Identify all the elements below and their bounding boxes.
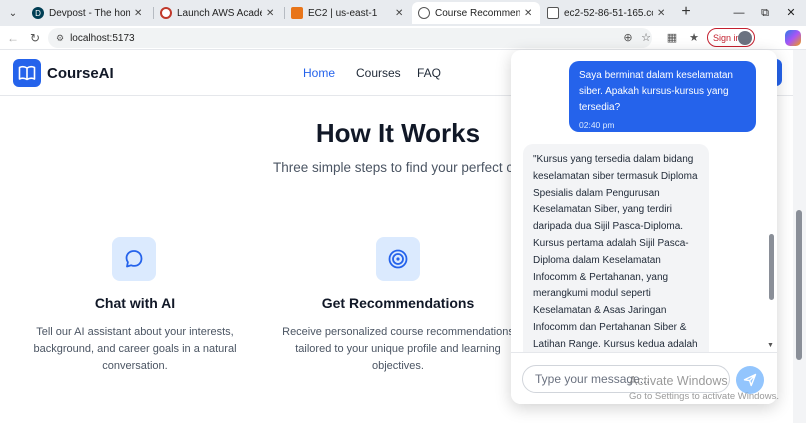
tab-title: Course Recommender Chatbot: [435, 7, 520, 19]
tab-course-recommender[interactable]: Course Recommender Chatbot ✕: [412, 2, 540, 24]
chat-bubble-icon: [112, 237, 156, 281]
page-scrollbar[interactable]: [793, 50, 806, 423]
bot-message-text: "Kursus yang tersedia dalam bidang kesel…: [533, 154, 698, 350]
url-text: localhost:5173: [70, 32, 135, 44]
close-icon[interactable]: ✕: [266, 8, 276, 19]
close-icon[interactable]: ✕: [134, 8, 144, 19]
browser-window: ⌄ D Devpost - The home for hackathons ✕ …: [0, 0, 806, 423]
sign-in-button[interactable]: Sign in: [707, 28, 755, 47]
step-description: Receive personalized course recommendati…: [282, 326, 514, 372]
activate-windows-title: Activate Windows: [629, 374, 728, 388]
back-arrow-icon[interactable]: ←: [4, 29, 22, 47]
nav-home[interactable]: Home: [303, 66, 335, 80]
devpost-icon: D: [32, 7, 44, 19]
tab-actions-chevron-icon[interactable]: ⌄: [4, 4, 22, 22]
send-button[interactable]: [736, 366, 764, 394]
copilot-icon[interactable]: [785, 30, 801, 46]
scroll-down-arrow-icon[interactable]: ▼: [767, 342, 774, 349]
tab-title: Launch AWS Academy Learner Lab: [177, 7, 262, 19]
globe-icon: [418, 7, 430, 19]
book-logo-icon[interactable]: [13, 59, 41, 87]
profile-avatar: [738, 31, 752, 45]
brand-name[interactable]: CourseAI: [47, 65, 114, 82]
tab-ec2-host[interactable]: ec2-52-86-51-165.compute-1.amazonaws.com…: [541, 2, 673, 24]
close-icon[interactable]: ✕: [395, 8, 405, 19]
page-scrollbar-thumb[interactable]: [796, 210, 802, 360]
minimize-icon[interactable]: —: [730, 4, 748, 22]
nav-faq[interactable]: FAQ: [417, 66, 441, 80]
activate-windows-hint: Go to Settings to activate Windows.: [629, 391, 779, 402]
aws-academy-icon: [160, 7, 172, 19]
sign-in-label: Sign in: [713, 32, 741, 43]
target-icon: [376, 237, 420, 281]
close-icon[interactable]: ✕: [524, 8, 534, 19]
message-timestamp: 02:40 pm: [579, 120, 615, 130]
address-bar[interactable]: ⚙ localhost:5173: [48, 28, 652, 48]
chat-panel: Saya berminat dalam keselamatan siber. A…: [511, 50, 777, 404]
chat-messages[interactable]: Saya berminat dalam keselamatan siber. A…: [511, 50, 777, 352]
close-window-icon[interactable]: ✕: [782, 4, 800, 22]
close-icon[interactable]: ✕: [657, 8, 667, 19]
bot-message-bubble: "Kursus yang tersedia dalam bidang kesel…: [523, 144, 709, 352]
tab-ec2[interactable]: EC2 | us-east-1 ✕: [285, 2, 411, 24]
nav-courses[interactable]: Courses: [356, 66, 401, 80]
step-title: Chat with AI: [94, 295, 176, 311]
tab-title: ec2-52-86-51-165.compute-1.amazonaws.com: [564, 7, 653, 19]
reload-icon[interactable]: ↻: [26, 29, 44, 47]
browser-toolbar: ← ↻ ⚙ localhost:5173 ⊕ ☆ ▦ ★: [0, 26, 806, 50]
page-icon: [547, 7, 559, 19]
extensions-icon[interactable]: ▦: [664, 29, 680, 47]
chat-scrollbar[interactable]: ▼: [766, 54, 776, 352]
chat-scrollbar-thumb[interactable]: [769, 234, 774, 300]
tab-title: Devpost - The home for hackathons: [49, 7, 130, 19]
tab-strip: ⌄ D Devpost - The home for hackathons ✕ …: [0, 0, 806, 26]
zoom-icon[interactable]: ⊕: [620, 29, 636, 47]
new-tab-plus-icon[interactable]: +: [677, 4, 695, 22]
tab-aws-academy[interactable]: Launch AWS Academy Learner Lab ✕: [154, 2, 282, 24]
favorite-star-icon[interactable]: ☆: [638, 29, 654, 47]
step-description: Tell our AI assistant about your interes…: [33, 326, 237, 372]
site-info-icon[interactable]: ⚙: [56, 33, 64, 44]
user-message-text: Saya berminat dalam keselamatan siber. A…: [579, 70, 733, 113]
section-subtitle: Three simple steps to find your perfect …: [273, 160, 533, 175]
step-title: Get Recommendations: [321, 295, 475, 311]
aws-ec2-icon: [291, 7, 303, 19]
tab-devpost[interactable]: D Devpost - The home for hackathons ✕: [26, 2, 150, 24]
user-message-bubble: Saya berminat dalam keselamatan siber. A…: [569, 61, 756, 132]
tab-title: EC2 | us-east-1: [308, 7, 378, 19]
restore-icon[interactable]: ⧉: [756, 4, 774, 22]
send-icon: [743, 373, 757, 387]
favorites-icon[interactable]: ★: [686, 29, 702, 47]
